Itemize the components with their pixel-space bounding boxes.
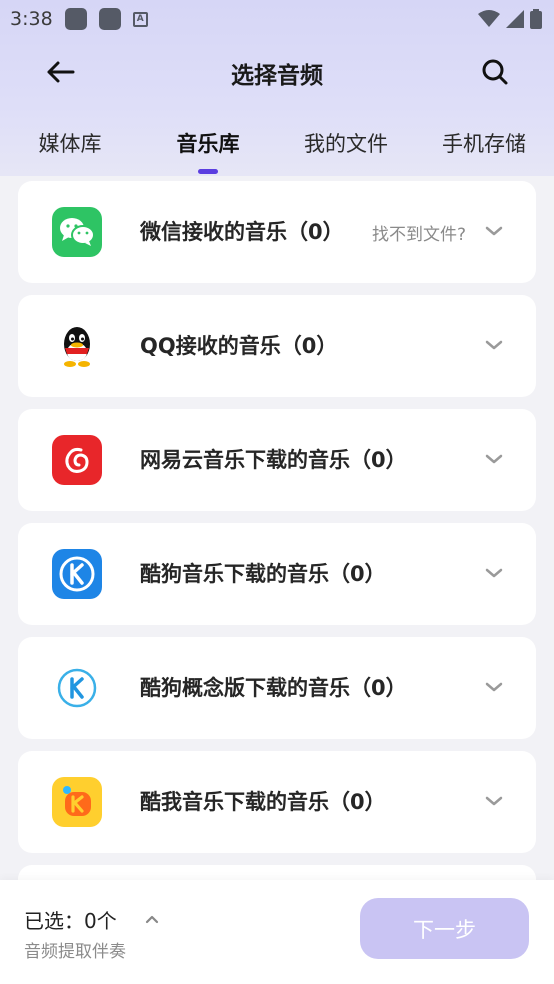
accessibility-icon: A <box>132 11 148 27</box>
source-kugou-concept-card[interactable]: 酷狗概念版下载的音乐（0） <box>18 637 536 739</box>
kuwo-icon <box>52 777 102 827</box>
kugou-icon <box>52 549 102 599</box>
notification-icon <box>98 8 121 30</box>
search-icon <box>482 59 508 85</box>
page-title: 选择音频 <box>231 63 323 89</box>
netease-music-icon <box>52 435 102 485</box>
search-button[interactable] <box>477 54 513 90</box>
chevron-down-icon[interactable] <box>484 563 504 583</box>
extract-accompaniment-link[interactable]: 音频提取伴奏 <box>24 937 126 962</box>
tab-phone-storage[interactable]: 手机存储 <box>414 128 554 158</box>
active-tab-indicator <box>198 169 218 174</box>
source-label: 网易云音乐下载的音乐（0） <box>140 448 407 472</box>
source-kuwo-card[interactable]: 酷我音乐下载的音乐（0） <box>18 751 536 853</box>
source-wechat-card[interactable]: 微信接收的音乐（0） 找不到文件? <box>18 181 536 283</box>
chevron-down-icon[interactable] <box>484 335 504 355</box>
source-label: QQ接收的音乐（0） <box>140 334 338 358</box>
nav-bar: 选择音频 <box>0 40 554 104</box>
source-label: 微信接收的音乐（0） <box>140 220 344 244</box>
qq-icon <box>52 321 102 371</box>
chevron-down-icon[interactable] <box>484 449 504 469</box>
chevron-down-icon[interactable] <box>484 677 504 697</box>
source-label: 酷狗概念版下载的音乐（0） <box>140 676 407 700</box>
chevron-up-icon[interactable] <box>144 911 160 927</box>
cannot-find-file-link[interactable]: 找不到文件? <box>372 220 466 245</box>
bottom-bar: 已选：0个 音频提取伴奏 下一步 <box>0 880 554 984</box>
tab-media-library[interactable]: 媒体库 <box>0 128 140 158</box>
signal-icon <box>506 10 524 28</box>
status-time: 3:38 <box>10 8 53 30</box>
tab-music-library[interactable]: 音乐库 <box>138 128 278 158</box>
tab-bar: 媒体库 音乐库 我的文件 手机存储 <box>0 122 554 176</box>
battery-icon <box>530 9 542 29</box>
status-bar: 3:38 A <box>0 0 554 38</box>
chevron-down-icon[interactable] <box>484 791 504 811</box>
kugou-concept-icon <box>52 663 102 713</box>
source-label: 酷狗音乐下载的音乐（0） <box>140 562 386 586</box>
source-netease-card[interactable]: 网易云音乐下载的音乐（0） <box>18 409 536 511</box>
wechat-icon <box>52 207 102 257</box>
next-step-button[interactable]: 下一步 <box>360 898 529 959</box>
source-label: 酷我音乐下载的音乐（0） <box>140 790 386 814</box>
tab-my-files[interactable]: 我的文件 <box>276 128 416 158</box>
source-kugou-card[interactable]: 酷狗音乐下载的音乐（0） <box>18 523 536 625</box>
source-qq-card[interactable]: QQ接收的音乐（0） <box>18 295 536 397</box>
wifi-icon <box>478 10 500 27</box>
chevron-down-icon[interactable] <box>484 221 504 241</box>
selected-count: 已选：0个 <box>24 909 117 933</box>
notification-icon <box>64 8 87 30</box>
